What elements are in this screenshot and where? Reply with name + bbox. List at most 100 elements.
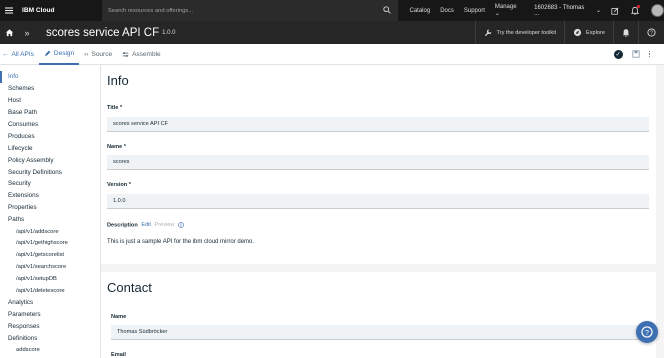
sidebar-item-extensions[interactable]: Extensions [0,190,100,202]
help-fab-button[interactable]: ? [636,321,658,343]
svg-text:?: ? [645,328,649,337]
help-icon: ? [647,28,656,37]
sidebar-item-lifecycle[interactable]: Lifecycle [0,142,100,154]
sidebar-definition-addscore[interactable]: addscore [0,344,100,356]
contact-name-label: Name [111,314,127,320]
wrench-icon [484,29,492,37]
tab-design-label: Design [53,49,75,57]
bell-button[interactable] [613,21,638,44]
contact-panel: Contact Name Thomas Südbröcker Email [101,272,656,358]
svg-text:?: ? [650,30,653,36]
save-icon[interactable] [632,50,640,58]
account-switcher[interactable]: 1602683 - Thomas ... ⌄ [534,5,601,17]
title-label: Title * [107,105,123,111]
tab-assemble-label: Assemble [132,50,161,58]
nav-docs[interactable]: Docs [440,8,454,14]
help-button[interactable]: ? [638,21,664,44]
sidebar-item-host[interactable]: Host [0,95,100,107]
sidebar-path-getscorelist[interactable]: /api/v1/getscorelist [0,249,100,261]
sidebar-item-consumes[interactable]: Consumes [0,119,100,131]
tab-source-label: Source [91,50,113,58]
notification-dot [637,5,640,8]
masthead: IBM Cloud Search resources and offerings… [0,0,664,21]
tab-design[interactable]: Design [38,44,80,65]
all-apis-label: All APIs [11,50,34,58]
description-label: Description [107,222,138,229]
description-preview-link[interactable]: Preview [155,222,175,228]
assemble-icon [122,51,129,57]
developer-toolkit-label: Try the developer toolkit [496,29,557,36]
info-heading: Info [107,73,129,88]
contact-heading: Contact [107,280,152,295]
sidebar-item-paths[interactable]: Paths [0,214,100,226]
explore-label: Explore [586,29,605,36]
info-icon[interactable] [178,222,184,228]
help-icon: ? [641,326,653,338]
api-title: scores service API CF [46,26,160,39]
arrow-left-icon: ← [2,50,9,58]
all-apis-link[interactable]: ← All APIs [0,44,39,65]
sidebar-item-parameters[interactable]: Parameters [0,309,100,321]
explore-button[interactable]: Explore [564,21,613,44]
sidebar-item-properties[interactable]: Properties [0,202,100,214]
sidebar-path-setupdb[interactable]: /api/v1/setupDB [0,273,100,285]
name-value: scores [113,159,130,165]
sidebar-item-analytics[interactable]: Analytics [0,297,100,309]
overflow-menu-icon[interactable] [648,50,650,58]
contact-email-label: Email [111,352,126,358]
notifications-button[interactable] [631,5,640,15]
tab-assemble[interactable]: Assemble [117,44,166,65]
main-content: Info Title * scores service API CF Name … [101,65,664,358]
sidebar-item-responses[interactable]: Responses [0,321,100,333]
sidebar-path-addscore[interactable]: /api/v1/addscore [0,226,100,238]
sidebar-item-definitions[interactable]: Definitions [0,333,100,345]
chevron-down-icon: ⌄ [494,11,500,17]
sidebar-item-security-definitions[interactable]: Security Definitions [0,166,100,178]
search-input[interactable]: Search resources and offerings... [108,8,193,14]
info-panel: Info Title * scores service API CF Name … [101,65,656,264]
nav-manage-label: Manage [494,4,517,10]
name-label: Name * [107,144,126,150]
design-icon [44,50,51,56]
sidebar-path-deletescore[interactable]: /api/v1/deletescore [0,285,100,297]
sidebar-item-policy-assembly[interactable]: Policy Assembly [0,154,100,166]
menu-icon[interactable] [0,0,18,21]
search-icon[interactable] [382,6,391,14]
sidebar-item-produces[interactable]: Produces [0,130,100,142]
version-value: 1.0.0 [113,198,126,204]
version-field[interactable]: 1.0.0 [107,194,649,209]
nav-support[interactable]: Support [464,8,485,14]
edit-icon[interactable] [611,6,619,15]
double-chevron-right-icon[interactable]: » [18,21,36,44]
sidebar-path-searchscore[interactable]: /api/v1/searchscore [0,261,100,273]
editor-tabs-bar: ← All APIs Design ‹› Source Assemble ✓ [0,44,664,65]
sidebar: Info Schemes Host Base Path Consumes Pro… [0,65,101,358]
tab-source[interactable]: ‹› Source [79,44,117,65]
description-edit-link[interactable]: Edit [141,222,151,228]
search-bar[interactable]: Search resources and offerings... [101,0,398,21]
description-label-row: Description Edit Preview [107,222,184,228]
name-field[interactable]: scores [107,155,649,170]
sidebar-item-security[interactable]: Security [0,178,100,190]
code-icon: ‹› [84,50,89,58]
developer-toolkit-button[interactable]: Try the developer toolkit [474,21,565,44]
title-value: scores service API CF [113,121,169,127]
sidebar-path-gethighscore[interactable]: /api/v1/gethighscore [0,237,100,249]
avatar[interactable] [651,4,664,17]
title-bar: » scores service API CF 1.0.0 Try the de… [0,21,664,44]
sidebar-item-base-path[interactable]: Base Path [0,107,100,119]
validate-check-icon[interactable]: ✓ [613,49,623,59]
version-label: Version * [107,182,131,188]
bell-icon [622,29,630,37]
compass-icon [573,28,582,37]
home-icon[interactable] [0,21,18,44]
description-text: This is just a sample API for the ibm cl… [107,239,255,245]
contact-name-value: Thomas Südbröcker [117,329,168,335]
title-field[interactable]: scores service API CF [107,117,649,132]
sidebar-item-schemes[interactable]: Schemes [0,83,100,95]
brand-logo[interactable]: IBM Cloud [18,7,102,14]
contact-name-field[interactable]: Thomas Südbröcker [111,325,649,340]
nav-catalog[interactable]: Catalog [410,8,431,14]
nav-manage[interactable]: Manage ⌄ [495,4,523,17]
sidebar-item-info[interactable]: Info [0,71,100,83]
